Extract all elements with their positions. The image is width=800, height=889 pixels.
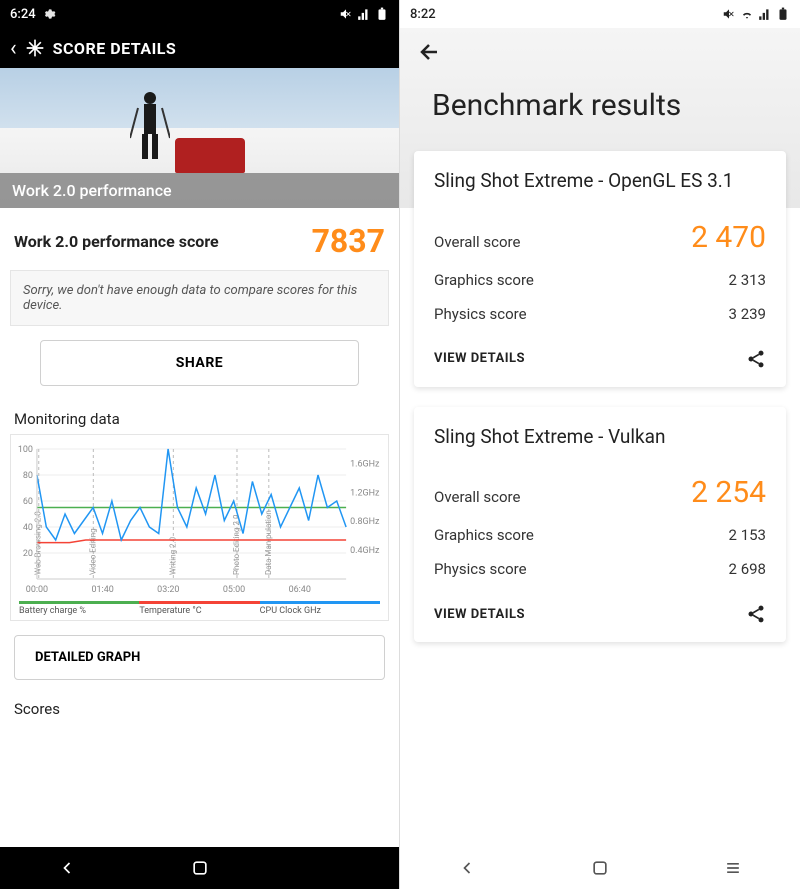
physics-value: 3 239 — [729, 305, 766, 323]
nav-bar-left — [0, 847, 399, 889]
detailed-graph-button[interactable]: DETAILED GRAPH — [14, 635, 385, 680]
legend-cpu: CPU Clock GHz — [260, 606, 380, 616]
status-bar-left: 6:24 — [0, 0, 399, 28]
svg-text:Writing 2.0: Writing 2.0 — [168, 536, 177, 575]
monitoring-chart: 204060801000.4GHz0.8GHz1.2GHz1.6GHzWeb B… — [10, 434, 389, 621]
svg-text:100: 100 — [18, 445, 33, 455]
hero-banner: Work 2.0 performance — [0, 173, 399, 208]
overall-value: 2 470 — [691, 220, 766, 255]
svg-text:03:20: 03:20 — [157, 585, 179, 595]
mute-icon — [339, 7, 353, 21]
card-title: Sling Shot Extreme - OpenGL ES 3.1 — [434, 169, 766, 194]
svg-text:00:00: 00:00 — [26, 585, 48, 595]
nav-bar-right — [400, 847, 800, 889]
score-label: Work 2.0 performance score — [14, 232, 219, 251]
svg-text:0.8GHz: 0.8GHz — [350, 517, 380, 527]
header-title: SCORE DETAILS — [53, 39, 177, 58]
left-phone: 6:24 ‹ SCORE DETAILS Work 2.0 performanc… — [0, 0, 400, 889]
nav-back-icon[interactable] — [57, 858, 77, 878]
battery-icon — [776, 7, 790, 21]
overall-label: Overall score — [434, 233, 520, 251]
scores-title: Scores — [0, 690, 399, 724]
svg-text:20: 20 — [23, 549, 33, 559]
svg-text:80: 80 — [23, 471, 33, 481]
graphics-value: 2 153 — [729, 526, 766, 544]
gear-icon — [42, 7, 56, 21]
benchmark-card-opengl: Sling Shot Extreme - OpenGL ES 3.1 Overa… — [414, 151, 786, 387]
nav-home-icon[interactable] — [590, 858, 610, 878]
wifi-icon — [740, 7, 754, 21]
physics-value: 2 698 — [729, 560, 766, 578]
svg-text:60: 60 — [23, 497, 33, 507]
signal-icon — [357, 7, 371, 21]
share-icon[interactable] — [746, 349, 766, 369]
legend-battery: Battery charge % — [19, 606, 139, 616]
graphics-value: 2 313 — [729, 271, 766, 289]
view-details-button[interactable]: VIEW DETAILS — [434, 607, 525, 622]
graphics-label: Graphics score — [434, 526, 534, 544]
svg-text:01:40: 01:40 — [91, 585, 113, 595]
nav-back-icon[interactable] — [457, 858, 477, 878]
graphics-label: Graphics score — [434, 271, 534, 289]
physics-label: Physics score — [434, 560, 527, 578]
svg-text:0.4GHz: 0.4GHz — [350, 546, 380, 556]
svg-text:Video Editing: Video Editing — [88, 528, 97, 575]
nav-home-icon[interactable] — [190, 858, 210, 878]
status-time: 8:22 — [410, 7, 436, 22]
svg-text:1.2GHz: 1.2GHz — [350, 488, 380, 498]
svg-text:05:00: 05:00 — [223, 585, 245, 595]
back-icon[interactable] — [418, 40, 442, 64]
signal-icon — [758, 7, 772, 21]
note-box: Sorry, we don't have enough data to comp… — [10, 270, 389, 326]
mute-icon — [722, 7, 736, 21]
score-row: Work 2.0 performance score 7837 — [0, 208, 399, 270]
view-details-button[interactable]: VIEW DETAILS — [434, 351, 525, 366]
benchmark-card-vulkan: Sling Shot Extreme - Vulkan Overall scor… — [414, 407, 786, 643]
right-phone: 8:22 Benchmark results Sling Shot Extrem… — [400, 0, 800, 889]
status-bar-right: 8:22 — [400, 0, 800, 28]
share-button[interactable]: SHARE — [40, 340, 359, 386]
svg-text:06:40: 06:40 — [289, 585, 311, 595]
hero-image: Work 2.0 performance — [0, 68, 399, 208]
overall-value: 2 254 — [691, 475, 766, 510]
monitoring-title: Monitoring data — [0, 400, 399, 434]
svg-text:40: 40 — [23, 523, 33, 533]
score-value: 7837 — [312, 222, 385, 260]
physics-label: Physics score — [434, 305, 527, 323]
header-bar: ‹ SCORE DETAILS — [0, 28, 399, 68]
page-title: Benchmark results — [400, 68, 800, 151]
snowflake-icon — [25, 38, 45, 58]
legend-temp: Temperature °C — [139, 606, 259, 616]
status-time: 6:24 — [10, 7, 36, 22]
svg-text:1.6GHz: 1.6GHz — [350, 459, 380, 469]
battery-icon — [375, 7, 389, 21]
overall-label: Overall score — [434, 488, 520, 506]
svg-text:Data Manipulation: Data Manipulation — [264, 510, 273, 575]
card-title: Sling Shot Extreme - Vulkan — [434, 425, 766, 450]
share-icon[interactable] — [746, 604, 766, 624]
back-icon[interactable]: ‹ — [10, 36, 17, 61]
nav-recent-icon[interactable] — [723, 858, 743, 878]
